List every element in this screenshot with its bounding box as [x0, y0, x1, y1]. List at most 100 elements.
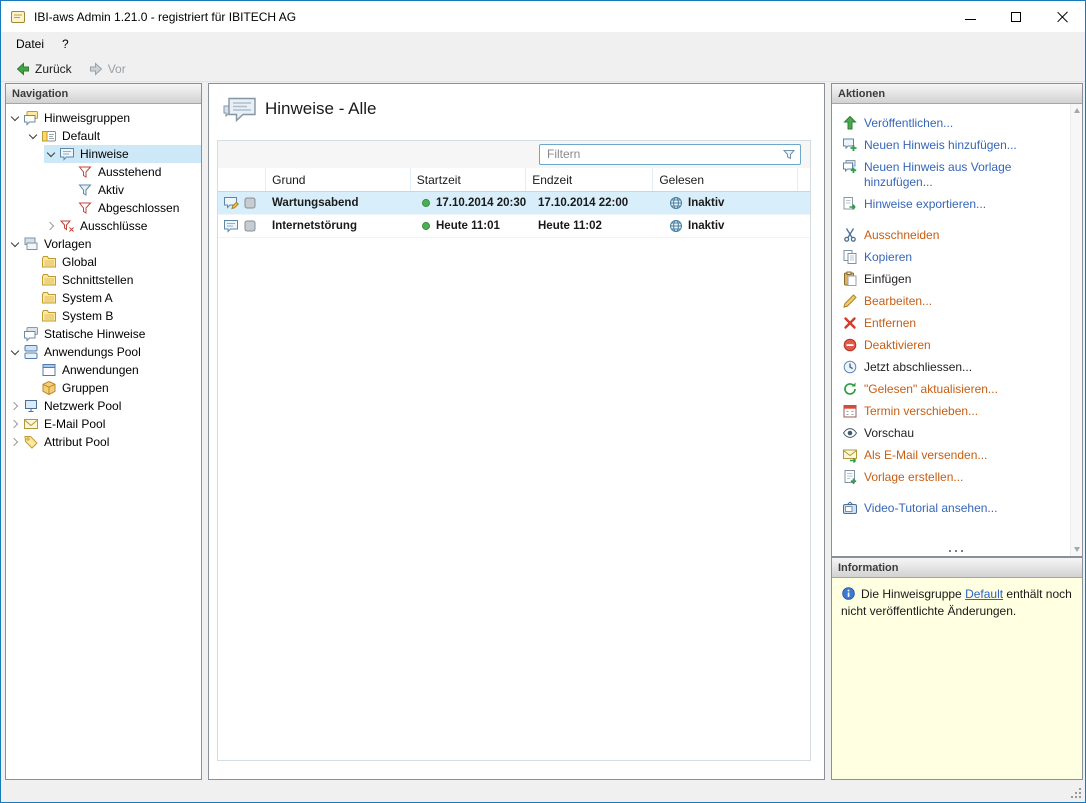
cell-gelesen: Inaktiv [663, 192, 810, 214]
action-termin-verschieben[interactable]: Termin verschieben... [842, 400, 1052, 422]
maximize-icon [1011, 11, 1021, 22]
green-dot-icon [420, 197, 432, 209]
preview-icon [842, 425, 858, 441]
tree-item-abgeschlossen[interactable]: Abgeschlossen [6, 199, 201, 217]
copy-icon [842, 249, 858, 265]
action-ausschneiden[interactable]: Ausschneiden [842, 224, 1052, 246]
action-einfuegen[interactable]: Einfügen [842, 268, 1052, 290]
cell-grund: Wartungsabend [272, 197, 359, 209]
tree-item-e-mail-pool[interactable]: E-Mail Pool [6, 415, 201, 433]
tree-item-system-b[interactable]: System B [6, 307, 201, 325]
tree-item-anwendungen[interactable]: Anwendungen [6, 361, 201, 379]
menu-datei[interactable]: Datei [7, 34, 53, 54]
scroll-up-icon[interactable] [1074, 108, 1080, 113]
action-video-tutorial-ansehen[interactable]: Video-Tutorial ansehen... [842, 497, 1052, 519]
cell-endzeit: Heute 11:02 [538, 220, 602, 232]
tree-item-label: Hinweisgruppen [44, 110, 131, 125]
tree-item-gruppen[interactable]: Gruppen [6, 379, 201, 397]
minimize-button[interactable] [947, 1, 993, 32]
action-jetzt-abschliessen[interactable]: Jetzt abschliessen... [842, 356, 1052, 378]
action-deaktivieren[interactable]: Deaktivieren [842, 334, 1052, 356]
chevron-right-icon[interactable] [8, 416, 23, 432]
minimize-icon [964, 19, 976, 20]
action-veroeffentlichen[interactable]: Veröffentlichen... [842, 112, 1052, 134]
action-label: Deaktivieren [864, 338, 931, 352]
tree-item-global[interactable]: Global [6, 253, 201, 271]
chevron-down-icon[interactable] [26, 128, 41, 144]
table-row-wartungsabend[interactable]: Wartungsabend 17.10.2014 20:30 17.10.2014 … [218, 192, 810, 215]
action-neuen-hinweis-hinzufuegen[interactable]: Neuen Hinweis hinzufügen... [842, 134, 1052, 156]
column-header-endzeit[interactable]: Endzeit [526, 168, 654, 191]
column-header-gelesen[interactable]: Gelesen [653, 168, 798, 191]
tree-item-row: Global [26, 253, 201, 271]
globe-icon [668, 195, 684, 211]
forward-button[interactable]: Vor [82, 59, 132, 79]
action-vorlage-erstellen[interactable]: Vorlage erstellen... [842, 466, 1052, 488]
complete-icon [842, 359, 858, 375]
column-header-icons[interactable] [218, 168, 267, 191]
chevron-down-icon[interactable] [44, 146, 59, 162]
action-entfernen[interactable]: Entfernen [842, 312, 1052, 334]
tree-item-aktiv[interactable]: Aktiv [6, 181, 201, 199]
close-button[interactable] [1039, 1, 1085, 32]
tree-item-ausstehend[interactable]: Ausstehend [6, 163, 201, 181]
tree-item-statische-hinweise[interactable]: Statische Hinweise [6, 325, 201, 343]
tree-item-attribut-pool[interactable]: Attribut Pool [6, 433, 201, 451]
resize-grip-icon[interactable] [1067, 784, 1081, 798]
window-title: IBI-aws Admin 1.21.0 - registriert für I… [34, 9, 297, 24]
chevron-down-icon[interactable] [8, 110, 23, 126]
tree-item-row: Ausschlüsse [44, 217, 201, 235]
actions-scrollbar[interactable] [1070, 104, 1082, 556]
gelesen-value: Inaktiv [688, 220, 725, 232]
tree-item-anwendungs-pool[interactable]: Anwendungs Pool [6, 343, 201, 361]
actions-list: Veröffentlichen... Neuen Hinweis hinzufüg… [832, 104, 1082, 556]
action-kopieren[interactable]: Kopieren [842, 246, 1052, 268]
tree-item-default[interactable]: Default [6, 127, 201, 145]
tree-item-label: Aktiv [98, 182, 125, 197]
filter-funnel-icon[interactable] [781, 146, 797, 162]
chevron-right-icon[interactable] [8, 434, 23, 450]
tree-item-netzwerk-pool[interactable]: Netzwerk Pool [6, 397, 201, 415]
action-vorschau[interactable]: Vorschau [842, 422, 1052, 444]
action-label: Ausschneiden [864, 228, 940, 242]
chevron-right-icon[interactable] [44, 218, 59, 234]
action-label: Vorlage erstellen... [864, 470, 964, 484]
chevron-down-icon[interactable] [8, 344, 23, 360]
tree-item-system-a[interactable]: System A [6, 289, 201, 307]
action-neuen-hinweis-aus-vorlage-hinzufuegen[interactable]: Neuen Hinweis aus Vorlage hinzufügen... [842, 156, 1052, 193]
back-button[interactable]: Zurück [9, 59, 78, 79]
information-panel: Information Die Hinweisgruppe Default en… [831, 557, 1083, 780]
back-button-label: Zurück [35, 61, 72, 76]
column-header-startzeit[interactable]: Startzeit [411, 168, 527, 191]
action-als-e-mail-versenden[interactable]: Als E-Mail versenden... [842, 444, 1052, 466]
add-from-template-icon [842, 159, 858, 175]
splitter-grip-icon[interactable] [949, 550, 965, 553]
tree-item-hinweisgruppen[interactable]: Hinweisgruppen [6, 109, 201, 127]
action-gelesen-aktualisieren[interactable]: "Gelesen" aktualisieren... [842, 378, 1052, 400]
column-header-grund[interactable]: Grund [266, 168, 411, 191]
action-bearbeiten[interactable]: Bearbeiten... [842, 290, 1052, 312]
tree-item-row: Abgeschlossen [62, 199, 201, 217]
tree-item-row: Default [26, 127, 201, 145]
startzeit-value: 17.10.2014 20:30 [436, 197, 527, 209]
tree-item-label: Anwendungs Pool [44, 344, 141, 359]
scroll-down-icon[interactable] [1074, 547, 1080, 552]
chevron-right-icon[interactable] [8, 398, 23, 414]
default-group-link[interactable]: Default [965, 587, 1003, 601]
hints-table: GrundStartzeitEndzeitGelesen Wartungsabe… [217, 140, 811, 761]
tree-item-hinweise[interactable]: Hinweise [6, 145, 201, 163]
maximize-button[interactable] [993, 1, 1039, 32]
chevron-down-icon[interactable] [8, 236, 23, 252]
folder-icon [41, 254, 57, 270]
menu-help[interactable]: ? [53, 34, 78, 54]
action-hinweise-exportieren[interactable]: Hinweise exportieren... [842, 193, 1052, 215]
tree-item-schnittstellen[interactable]: Schnittstellen [6, 271, 201, 289]
tree-item-vorlagen[interactable]: Vorlagen [6, 235, 201, 253]
groups-icon [41, 380, 57, 396]
table-row-internetstoerung[interactable]: Internetstörung Heute 11:01 Heute 11:02 Ina… [218, 215, 810, 238]
tree-item-ausschluesse[interactable]: Ausschlüsse [6, 217, 201, 235]
filter-input[interactable] [539, 144, 801, 165]
